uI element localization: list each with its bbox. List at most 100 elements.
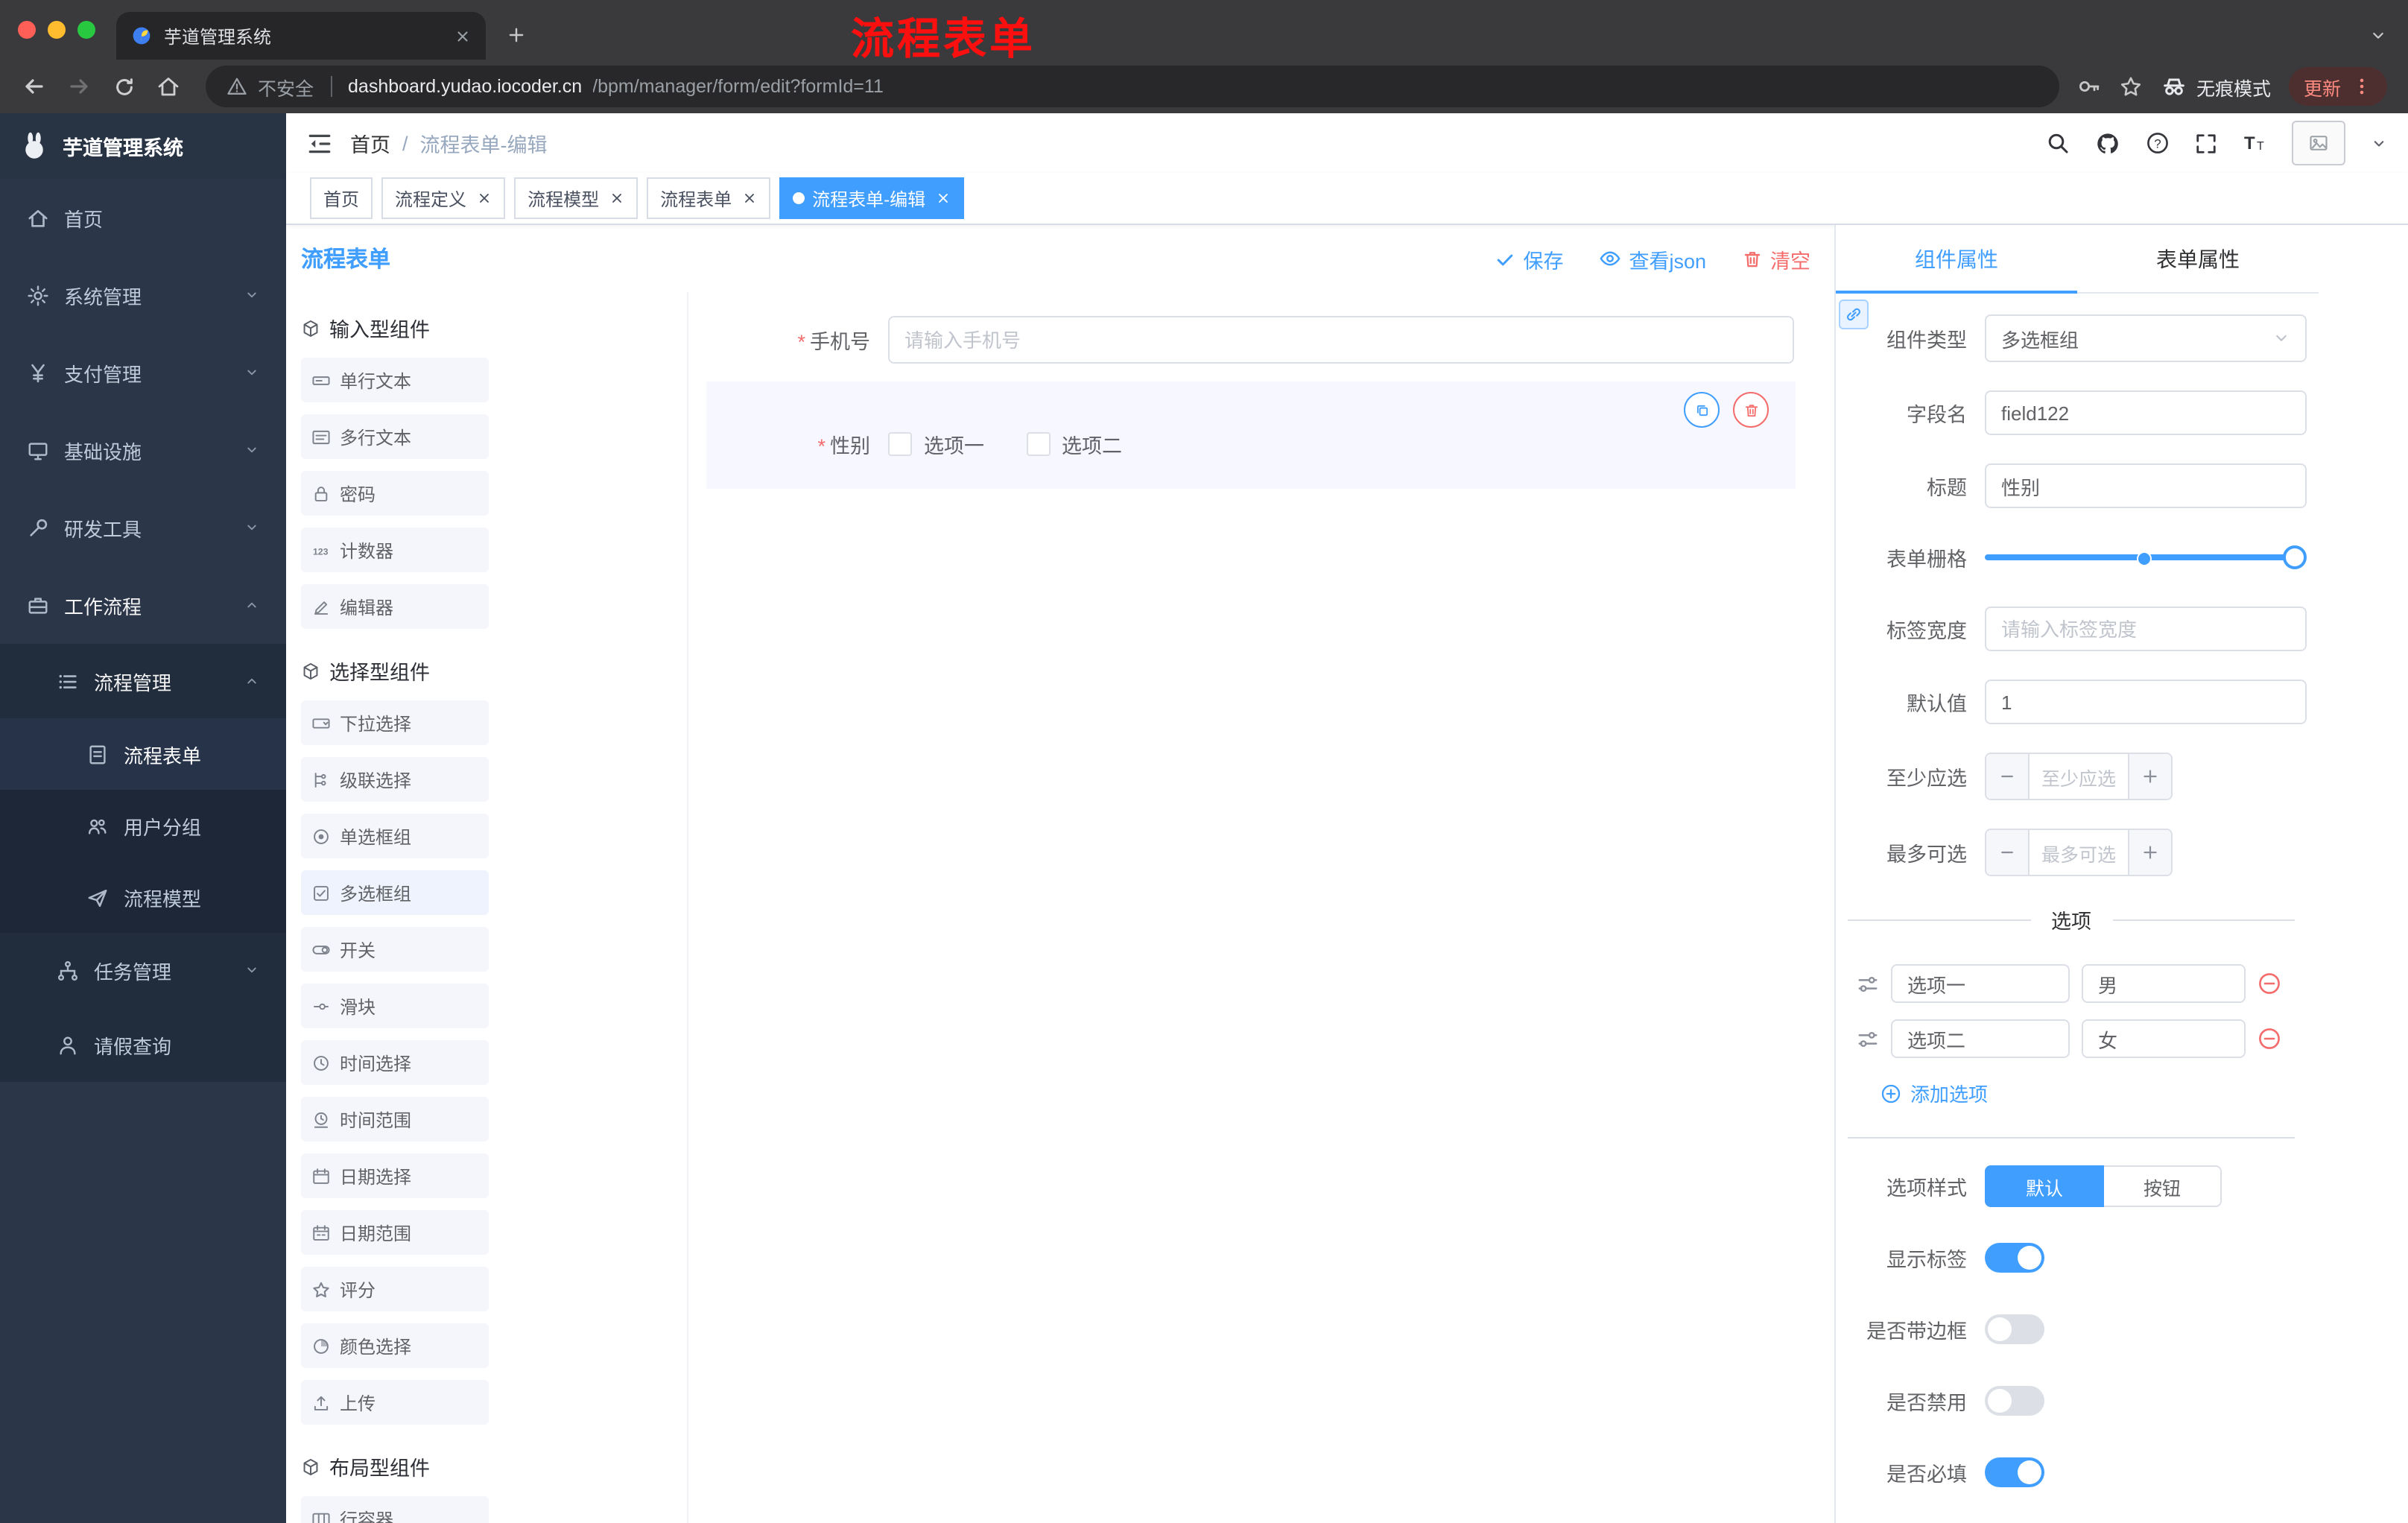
drag-handle-icon[interactable] bbox=[1857, 972, 1879, 995]
option-label-input[interactable] bbox=[1891, 964, 2070, 1003]
tag-home[interactable]: 首页 bbox=[310, 177, 373, 219]
palette-item-password[interactable]: 密码 bbox=[301, 471, 489, 516]
slider-knob[interactable] bbox=[2283, 545, 2307, 569]
title-input[interactable] bbox=[1985, 463, 2307, 508]
phone-input[interactable] bbox=[888, 316, 1794, 364]
grid-slider[interactable] bbox=[1985, 536, 2307, 578]
view-json-button[interactable]: 查看json bbox=[1599, 244, 1706, 273]
palette-item-radio-group[interactable]: 单选框组 bbox=[301, 814, 489, 858]
min-checked-stepper[interactable]: 至少应选 bbox=[1985, 753, 2173, 800]
app-logo[interactable]: 芋道管理系统 bbox=[0, 113, 286, 179]
palette-item-switch[interactable]: 开关 bbox=[301, 927, 489, 972]
tab-form-props[interactable]: 表单属性 bbox=[2077, 225, 2319, 292]
palette-item-color-picker[interactable]: 颜色选择 bbox=[301, 1323, 489, 1368]
browser-update-button[interactable]: 更新 bbox=[2288, 67, 2387, 106]
field-name-input[interactable] bbox=[1985, 390, 2307, 435]
show-label-switch[interactable] bbox=[1985, 1243, 2044, 1273]
reload-button[interactable] bbox=[104, 67, 143, 106]
palette-item-date-range[interactable]: 日期范围 bbox=[301, 1210, 489, 1255]
sidebar-item-process-mgmt[interactable]: 流程管理 bbox=[0, 644, 286, 718]
sidebar-item-home[interactable]: 首页 bbox=[0, 179, 286, 256]
address-bar[interactable]: 不安全 dashboard.yudao.iocoder.cn/bpm/manag… bbox=[206, 66, 2059, 107]
duplicate-field-button[interactable] bbox=[1684, 392, 1720, 428]
browser-tab[interactable]: 芋道管理系统 bbox=[116, 12, 486, 60]
palette-item-time-range[interactable]: 时间范围 bbox=[301, 1097, 489, 1142]
chevron-down-icon[interactable] bbox=[2371, 135, 2387, 151]
sidebar-item-task-mgmt[interactable]: 任务管理 bbox=[0, 933, 286, 1007]
remove-option-icon[interactable] bbox=[2258, 972, 2281, 995]
sidebar-item-devtools[interactable]: 研发工具 bbox=[0, 489, 286, 566]
palette-item-single-text[interactable]: 单行文本 bbox=[301, 358, 489, 402]
style-button-button[interactable]: 按钮 bbox=[2104, 1165, 2222, 1207]
key-icon[interactable] bbox=[2077, 75, 2101, 98]
decrement-button[interactable] bbox=[1986, 830, 2030, 875]
sidebar-item-infra[interactable]: 基础设施 bbox=[0, 411, 286, 489]
sidebar-item-process-model[interactable]: 流程模型 bbox=[0, 861, 286, 933]
avatar[interactable] bbox=[2292, 121, 2345, 165]
minimize-window-button[interactable] bbox=[48, 21, 66, 39]
sidebar-item-payment[interactable]: 支付管理 bbox=[0, 334, 286, 411]
close-tab-icon[interactable] bbox=[454, 28, 471, 44]
option-value-input[interactable] bbox=[2082, 1019, 2246, 1058]
checkbox-icon[interactable] bbox=[888, 432, 912, 456]
breadcrumb-home[interactable]: 首页 bbox=[350, 128, 390, 158]
style-default-button[interactable]: 默认 bbox=[1985, 1165, 2104, 1207]
canvas-field-gender-selected[interactable]: 性别 选项一 选项二 bbox=[706, 381, 1796, 489]
back-button[interactable] bbox=[15, 67, 54, 106]
palette-item-counter[interactable]: 计数器 bbox=[301, 528, 489, 572]
sidebar-item-leave-query[interactable]: 请假查询 bbox=[0, 1007, 286, 1082]
canvas-field-phone[interactable]: 手机号 bbox=[706, 316, 1815, 364]
palette-item-checkbox-group[interactable]: 多选框组 bbox=[301, 870, 489, 915]
required-switch[interactable] bbox=[1985, 1457, 2044, 1487]
disabled-switch[interactable] bbox=[1985, 1386, 2044, 1416]
gender-option-2[interactable]: 选项二 bbox=[1026, 429, 1122, 459]
palette-item-cascader[interactable]: 级联选择 bbox=[301, 757, 489, 802]
remove-option-icon[interactable] bbox=[2258, 1027, 2281, 1051]
max-checked-value[interactable]: 最多可选 bbox=[2030, 830, 2128, 875]
palette-item-editor[interactable]: 编辑器 bbox=[301, 584, 489, 629]
decrement-button[interactable] bbox=[1986, 754, 2030, 799]
add-option-button[interactable]: 添加选项 bbox=[1881, 1079, 2307, 1107]
palette-item-row-container[interactable]: 行容器 bbox=[301, 1496, 489, 1523]
palette-item-rate[interactable]: 评分 bbox=[301, 1267, 489, 1311]
close-tag-icon[interactable] bbox=[477, 191, 492, 206]
close-tag-icon[interactable] bbox=[609, 191, 624, 206]
default-value-input[interactable] bbox=[1985, 680, 2307, 724]
palette-item-upload[interactable]: 上传 bbox=[301, 1380, 489, 1425]
form-canvas[interactable]: 手机号 性别 bbox=[687, 292, 1834, 1523]
component-type-select[interactable]: 多选框组 bbox=[1985, 314, 2307, 362]
delete-field-button[interactable] bbox=[1733, 392, 1769, 428]
bookmark-star-icon[interactable] bbox=[2119, 75, 2143, 98]
palette-item-select[interactable]: 下拉选择 bbox=[301, 700, 489, 745]
close-tag-icon[interactable] bbox=[742, 191, 757, 206]
palette-item-time-picker[interactable]: 时间选择 bbox=[301, 1040, 489, 1085]
clear-button[interactable]: 清空 bbox=[1742, 244, 1810, 273]
maximize-window-button[interactable] bbox=[77, 21, 95, 39]
drag-handle-icon[interactable] bbox=[1857, 1028, 1879, 1050]
sidebar-item-workflow[interactable]: 工作流程 bbox=[0, 566, 286, 644]
sidebar-item-process-form[interactable]: 流程表单 bbox=[0, 718, 286, 790]
increment-button[interactable] bbox=[2128, 754, 2171, 799]
font-size-icon[interactable] bbox=[2243, 131, 2266, 155]
close-tag-icon[interactable] bbox=[936, 191, 951, 206]
help-icon[interactable] bbox=[2146, 131, 2170, 155]
tag-process-form-edit[interactable]: 流程表单-编辑 bbox=[779, 177, 965, 219]
option-label-input[interactable] bbox=[1891, 1019, 2070, 1058]
gender-option-1[interactable]: 选项一 bbox=[888, 429, 984, 459]
new-tab-button[interactable] bbox=[495, 13, 536, 55]
sidebar-item-user-group[interactable]: 用户分组 bbox=[0, 790, 286, 861]
max-checked-stepper[interactable]: 最多可选 bbox=[1985, 829, 2173, 876]
option-value-input[interactable] bbox=[2082, 964, 2246, 1003]
tab-component-props[interactable]: 组件属性 bbox=[1836, 225, 2077, 294]
forward-button[interactable] bbox=[60, 67, 98, 106]
border-switch[interactable] bbox=[1985, 1314, 2044, 1344]
save-button[interactable]: 保存 bbox=[1495, 244, 1563, 273]
close-window-button[interactable] bbox=[18, 21, 36, 39]
increment-button[interactable] bbox=[2128, 830, 2171, 875]
github-icon[interactable] bbox=[2095, 130, 2120, 156]
form-create-link-badge[interactable] bbox=[1839, 300, 1869, 329]
palette-item-date-picker[interactable]: 日期选择 bbox=[301, 1153, 489, 1198]
tag-process-model[interactable]: 流程模型 bbox=[514, 177, 639, 219]
browser-menu-icon[interactable] bbox=[2351, 76, 2372, 97]
tag-process-form[interactable]: 流程表单 bbox=[647, 177, 771, 219]
